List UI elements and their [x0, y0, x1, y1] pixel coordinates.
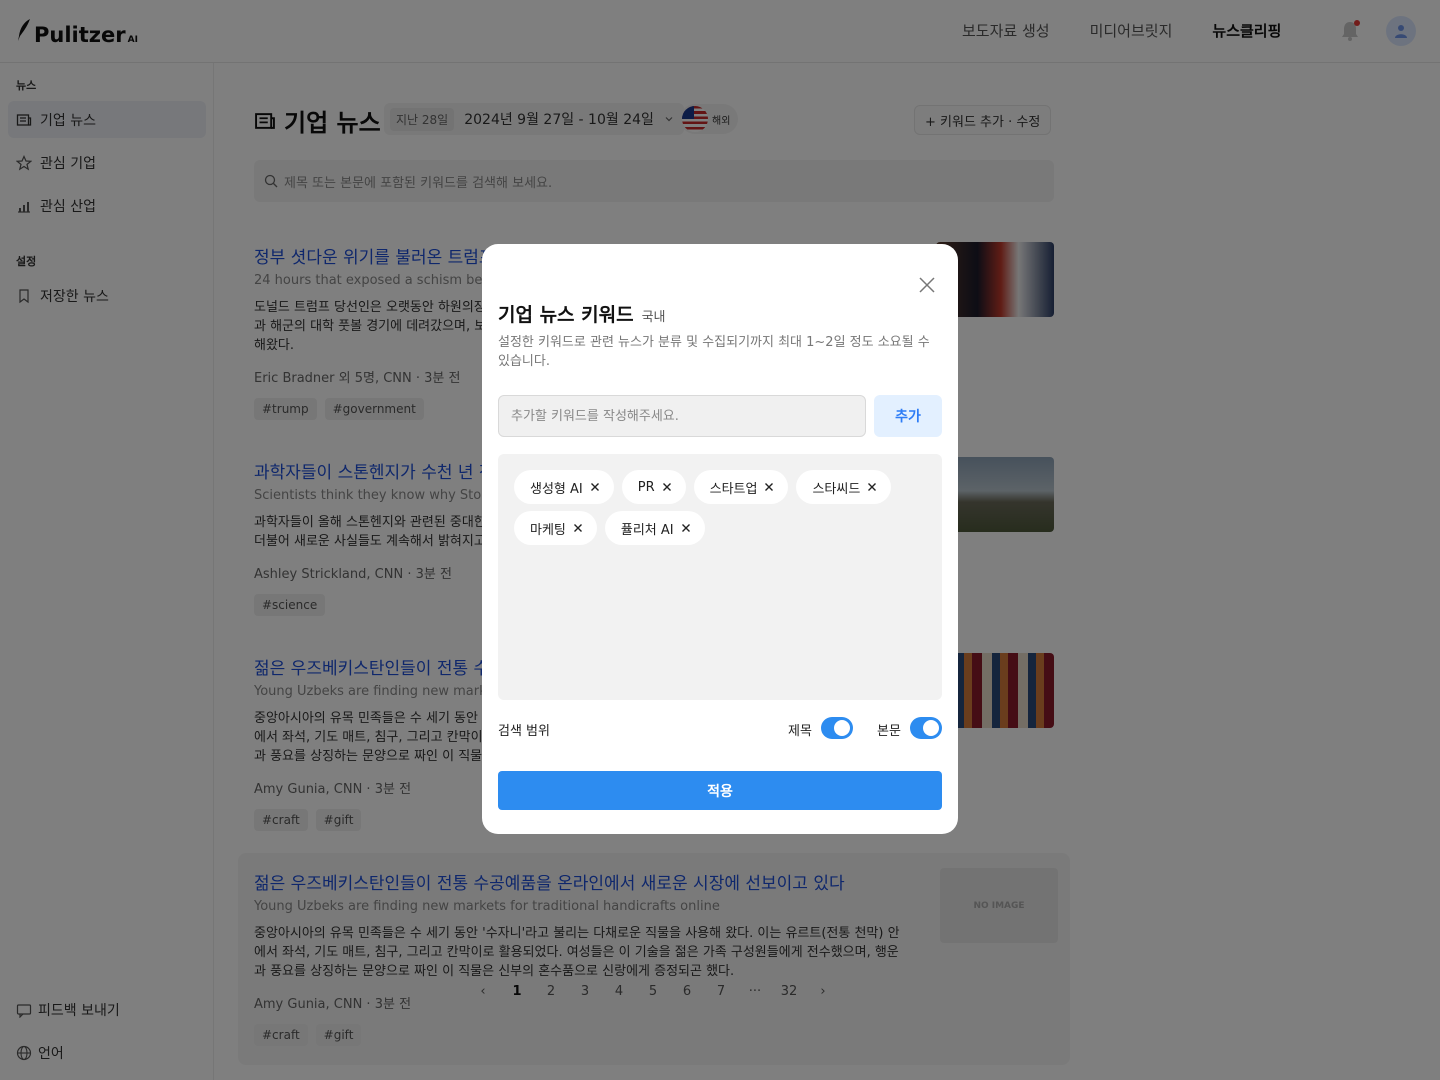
title-toggle-label: 제목 — [788, 724, 812, 739]
keyword-chip-label: 퓰리처 AI — [620, 522, 674, 538]
keyword-chip: 스타씨드 — [796, 470, 892, 504]
keyword-chip-label: 스타트업 — [709, 481, 758, 497]
modal-subtitle: 국내 — [641, 310, 666, 325]
modal-description: 설정한 키워드로 관련 뉴스가 분류 및 수집되기까지 최대 1~2일 정도 소… — [498, 335, 930, 369]
remove-keyword-button[interactable] — [573, 523, 583, 533]
keyword-modal: 기업 뉴스 키워드 국내 설정한 키워드로 관련 뉴스가 분류 및 수집되기까지… — [482, 244, 958, 834]
remove-keyword-button[interactable] — [681, 523, 691, 533]
remove-keyword-button[interactable] — [590, 482, 600, 492]
body-toggle[interactable] — [910, 717, 942, 739]
keyword-chip: 스타트업 — [693, 470, 789, 504]
keyword-chip-label: 생성형 AI — [530, 481, 583, 497]
keyword-chip-label: PR — [637, 479, 655, 495]
keyword-input[interactable] — [498, 395, 866, 437]
close-icon — [868, 483, 877, 491]
remove-keyword-button[interactable] — [764, 482, 774, 492]
title-toggle[interactable] — [821, 717, 853, 739]
apply-button[interactable]: 적용 — [498, 771, 942, 810]
remove-keyword-button[interactable] — [867, 482, 877, 492]
remove-keyword-button[interactable] — [662, 482, 672, 492]
keyword-chip: 퓰리처 AI — [604, 511, 705, 545]
keyword-chip: PR — [621, 470, 686, 504]
keyword-chip-label: 스타씨드 — [812, 481, 861, 497]
body-toggle-label: 본문 — [877, 724, 901, 739]
keyword-chip: 마케팅 — [514, 511, 597, 545]
close-icon — [765, 483, 774, 491]
close-icon — [681, 524, 690, 532]
close-icon — [573, 524, 582, 532]
keyword-chip-label: 마케팅 — [530, 522, 566, 538]
keyword-chip-list: 생성형 AI PR 스타트업 스타씨드 마케팅 퓰리처 AI — [498, 454, 942, 700]
add-keyword-button[interactable]: 추가 — [874, 395, 942, 437]
modal-title-text: 기업 뉴스 키워드 — [498, 304, 634, 326]
search-range-label: 검색 범위 — [498, 724, 550, 739]
close-icon — [590, 483, 599, 491]
modal-title: 기업 뉴스 키워드 국내 — [498, 300, 666, 327]
keyword-chip: 생성형 AI — [514, 470, 614, 504]
close-icon — [662, 483, 671, 491]
close-icon[interactable] — [916, 274, 938, 296]
